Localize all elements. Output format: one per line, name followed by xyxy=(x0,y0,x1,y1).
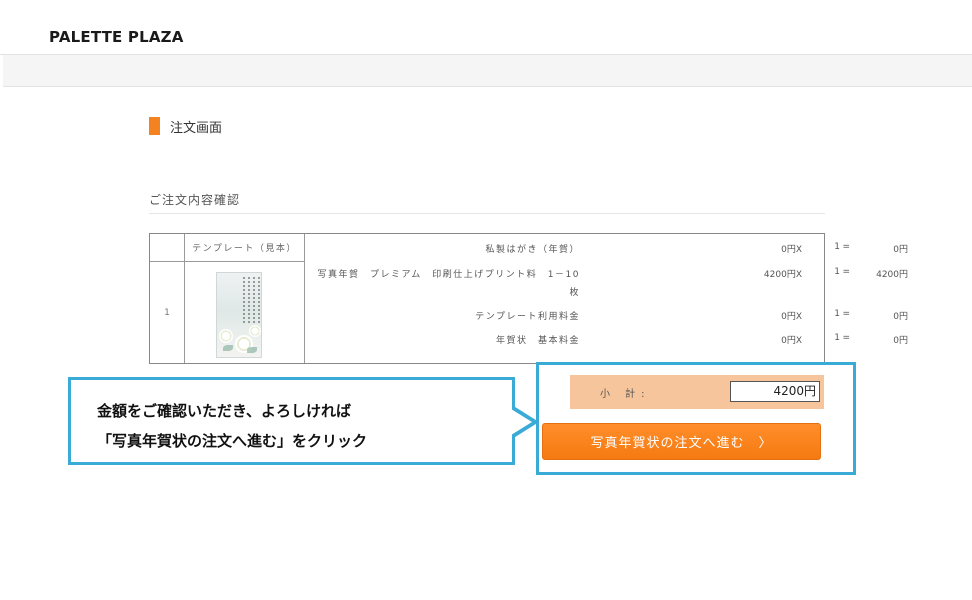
item-eq: = xyxy=(842,333,850,343)
line-item: 写真年賀 プレミアム 印刷仕上げプリント料 1－10 4200円X 1 = 42… xyxy=(310,267,908,281)
callout-line-2: 「写真年賀状の注文へ進む」をクリック xyxy=(97,432,368,450)
leaf-decoration xyxy=(223,345,233,351)
item-name: 私製はがき（年賀） xyxy=(485,245,580,255)
line-item: 年賀状 基本料金 0円X 1 = 0円 xyxy=(310,333,908,347)
instruction-callout: 金額をご確認いただき、よろしければ 「写真年賀状の注文へ進む」をクリック xyxy=(68,377,515,465)
item-eq: = xyxy=(842,267,850,277)
highlight-frame xyxy=(536,362,856,475)
row-number: 1 xyxy=(164,307,170,318)
leaf-decoration xyxy=(247,347,257,353)
thumbnail-text-lines xyxy=(243,277,261,323)
table-col-divider xyxy=(304,234,305,363)
item-eq: = xyxy=(842,242,850,252)
item-name: 写真年賀 プレミアム 印刷仕上げプリント料 1－10 xyxy=(317,270,580,280)
template-thumbnail[interactable] xyxy=(216,272,262,358)
callout-line-1: 金額をご確認いただき、よろしければ xyxy=(97,402,351,420)
item-amount: 0円 xyxy=(893,312,908,322)
item-amount: 4200円 xyxy=(876,270,908,280)
page-title-text: 注文画面 xyxy=(170,120,223,136)
title-marker xyxy=(149,117,160,135)
order-confirm-heading: ご注文内容確認 xyxy=(149,193,241,207)
line-item: 私製はがき（年賀） 0円X 1 = 0円 xyxy=(310,242,908,256)
site-logo[interactable]: PALETTE PLAZA xyxy=(49,28,184,46)
line-item-continuation: 枚 xyxy=(310,285,750,299)
flower-decoration xyxy=(249,325,261,337)
navigation-bar xyxy=(3,55,972,87)
page-title: 注文画面 xyxy=(149,117,223,136)
item-eq: = xyxy=(842,309,850,319)
item-amount: 0円 xyxy=(893,245,908,255)
item-amount: 0円 xyxy=(893,336,908,346)
section-divider xyxy=(149,213,825,214)
item-name: 年賀状 基本料金 xyxy=(495,336,580,346)
callout-pointer-inner xyxy=(511,409,532,435)
item-price: 4200円X xyxy=(763,270,802,280)
item-price: 0円X xyxy=(781,312,802,322)
order-table: テンプレート（見本） 1 私製はがき（年賀） 0円X 1 = 0円 写真年賀 プ… xyxy=(149,233,908,364)
item-name: テンプレート利用料金 xyxy=(475,312,580,322)
line-item: テンプレート利用料金 0円X 1 = 0円 xyxy=(310,309,908,323)
template-header: テンプレート（見本） xyxy=(192,244,297,254)
item-price: 0円X xyxy=(781,336,802,346)
item-name-cont: 枚 xyxy=(569,288,580,298)
flower-decoration xyxy=(219,329,233,343)
item-price: 0円X xyxy=(781,245,802,255)
